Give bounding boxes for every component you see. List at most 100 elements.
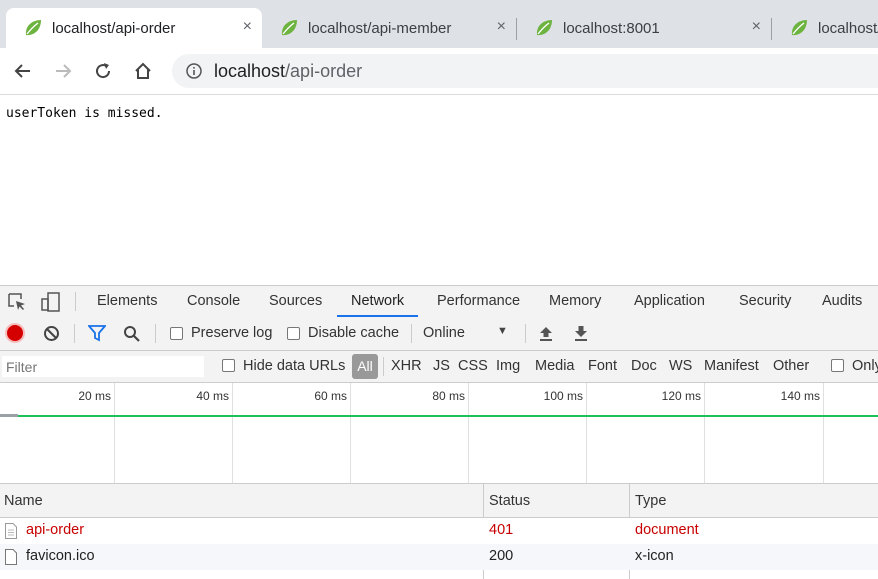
hide-data-urls-checkbox[interactable] <box>222 359 235 372</box>
clear-icon <box>44 326 59 341</box>
import-har-button[interactable] <box>538 325 554 345</box>
browser-tab-localhost-8001[interactable]: localhost:8001 × <box>517 8 771 48</box>
tick-label: 40 ms <box>196 389 229 403</box>
grid-line <box>232 383 233 483</box>
grid-line <box>586 383 587 483</box>
url-text: localhost/api-order <box>214 61 362 82</box>
filter-type-other[interactable]: Other <box>773 358 809 374</box>
export-har-button[interactable] <box>573 325 589 345</box>
back-button[interactable] <box>10 58 36 84</box>
inspect-cursor-icon <box>8 293 25 310</box>
tick-label: 140 ms <box>780 389 820 403</box>
filter-type-font[interactable]: Font <box>588 358 617 374</box>
arrow-left-icon <box>14 64 30 78</box>
reload-icon <box>96 63 111 79</box>
spring-leaf-icon <box>791 20 807 36</box>
tab-network[interactable]: Network <box>337 286 419 317</box>
filter-type-ws[interactable]: WS <box>669 358 692 374</box>
home-icon <box>135 62 151 79</box>
device-mobile-icon <box>41 292 60 312</box>
tab-security[interactable]: Security <box>739 286 791 317</box>
inspect-element-button[interactable] <box>7 292 27 315</box>
table-row[interactable]: api-order 401 document <box>0 518 878 544</box>
device-toolbar-button[interactable] <box>40 291 62 316</box>
tab-elements[interactable]: Elements <box>97 286 157 317</box>
page-content: userToken is missed. <box>0 95 878 285</box>
divider <box>411 324 412 343</box>
forward-button[interactable] <box>50 58 76 84</box>
preserve-log-checkbox[interactable] <box>170 327 183 340</box>
throttling-select[interactable]: Online ▼ <box>418 320 514 346</box>
divider <box>383 357 384 376</box>
tab-title: localhost:8001 <box>563 19 660 37</box>
request-status: 401 <box>489 522 514 538</box>
home-button[interactable] <box>130 58 156 84</box>
request-type: x-icon <box>635 548 674 564</box>
request-status: 200 <box>489 548 514 564</box>
grid-line <box>704 383 705 483</box>
table-row[interactable]: favicon.ico 200 x-icon <box>0 544 878 570</box>
filter-type-manifest[interactable]: Manifest <box>704 358 759 374</box>
filter-type-all[interactable]: All <box>352 354 378 379</box>
clear-button[interactable] <box>43 325 60 345</box>
arrow-right-icon <box>56 64 72 78</box>
column-status[interactable]: Status <box>489 493 530 509</box>
filter-type-img[interactable]: Img <box>496 358 520 374</box>
divider <box>74 324 75 343</box>
tab-console[interactable]: Console <box>187 286 240 317</box>
filter-type-css[interactable]: CSS <box>458 358 488 374</box>
document-file-icon <box>5 523 17 539</box>
download-icon <box>575 326 587 341</box>
tab-title: localhost/ <box>818 19 878 37</box>
close-tab-icon[interactable]: × <box>752 18 761 36</box>
only-label: Only <box>852 358 878 374</box>
spring-leaf-icon <box>281 20 297 36</box>
disable-cache-checkbox[interactable] <box>287 327 300 340</box>
divider <box>155 324 156 343</box>
tick-label: 120 ms <box>661 389 701 403</box>
search-button[interactable] <box>123 325 141 346</box>
column-name[interactable]: Name <box>4 493 43 509</box>
request-name: favicon.ico <box>26 548 95 564</box>
request-name: api-order <box>26 522 85 538</box>
close-tab-icon[interactable]: × <box>497 18 506 36</box>
browser-tab-localhost[interactable]: localhost/ <box>772 8 878 48</box>
tab-application[interactable]: Application <box>634 286 705 317</box>
close-tab-icon[interactable]: × <box>243 18 252 36</box>
only-checkbox[interactable] <box>831 359 844 372</box>
filter-type-xhr[interactable]: XHR <box>391 358 422 374</box>
filter-toggle-button[interactable] <box>87 325 107 345</box>
tab-sources[interactable]: Sources <box>269 286 322 317</box>
browser-tab-api-order[interactable]: localhost/api-order × <box>6 8 262 48</box>
divider <box>525 324 526 343</box>
spring-leaf-icon <box>25 20 41 36</box>
network-overview-timeline: 20 ms 40 ms 60 ms 80 ms 100 ms 120 ms 14… <box>0 383 878 484</box>
reload-button[interactable] <box>90 58 116 84</box>
grid-line <box>823 383 824 483</box>
grid-line <box>114 383 115 483</box>
timeline-load-line <box>18 415 878 417</box>
divider <box>75 292 76 311</box>
tick-label: 100 ms <box>543 389 583 403</box>
request-table-header: Name Status Type <box>0 484 878 518</box>
info-icon[interactable] <box>186 63 202 79</box>
filter-input[interactable] <box>2 356 204 377</box>
spring-leaf-icon <box>536 20 552 36</box>
grid-line <box>350 383 351 483</box>
address-bar[interactable]: localhost/api-order <box>172 54 878 88</box>
record-icon[interactable] <box>7 325 23 341</box>
column-type[interactable]: Type <box>635 493 666 509</box>
tab-performance[interactable]: Performance <box>437 286 520 317</box>
browser-tab-strip: localhost/api-order × localhost/api-memb… <box>0 0 878 48</box>
tab-audits[interactable]: Audits <box>822 286 862 317</box>
request-type: document <box>635 522 699 538</box>
browser-tab-api-member[interactable]: localhost/api-member × <box>262 8 516 48</box>
grid-line <box>468 383 469 483</box>
throttling-value: Online <box>423 325 465 341</box>
filter-type-js[interactable]: JS <box>433 358 450 374</box>
tab-memory[interactable]: Memory <box>549 286 601 317</box>
url-path: /api-order <box>285 60 363 81</box>
filter-type-doc[interactable]: Doc <box>631 358 657 374</box>
filter-type-media[interactable]: Media <box>535 358 575 374</box>
url-host: localhost <box>214 60 286 81</box>
